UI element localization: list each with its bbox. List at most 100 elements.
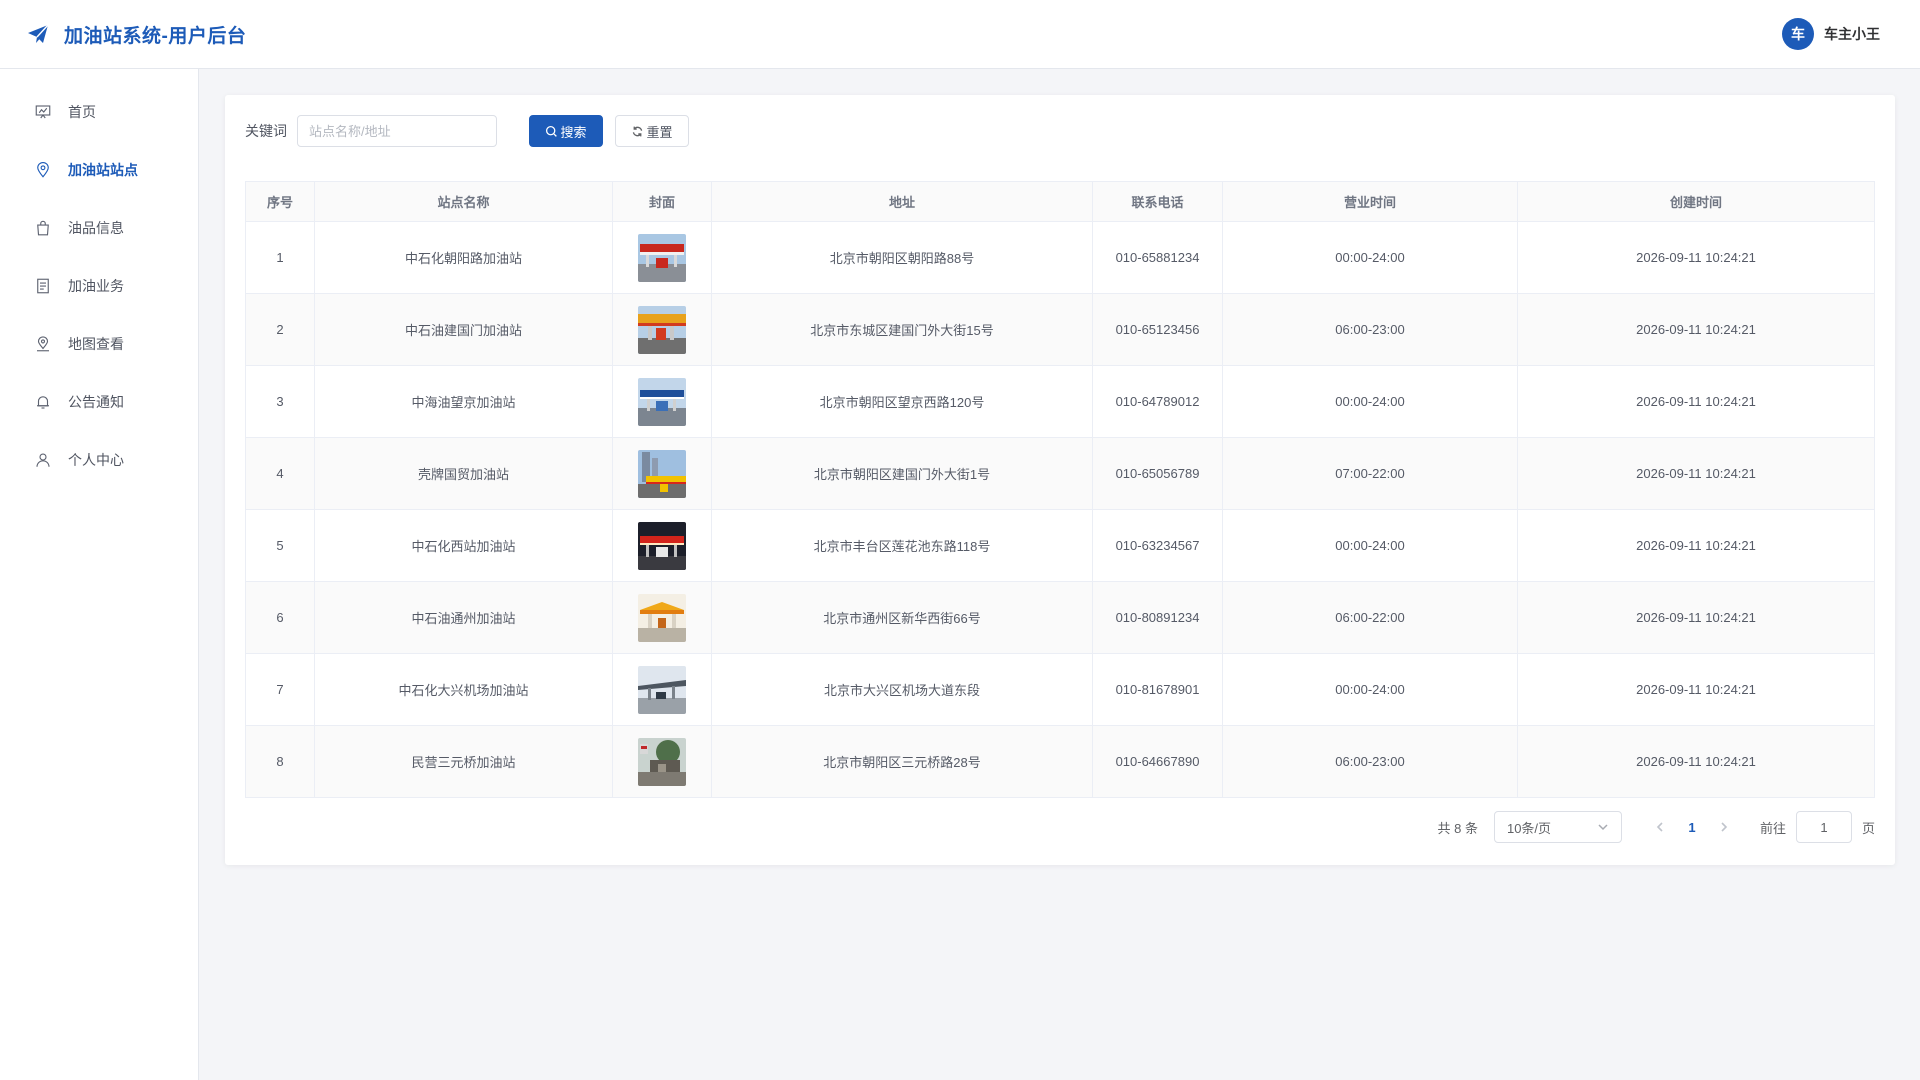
keyword-input[interactable] — [297, 115, 497, 147]
cell-created: 2026-09-11 10:24:21 — [1517, 365, 1875, 438]
reset-button[interactable]: 重置 — [615, 115, 689, 147]
table-row[interactable]: 1 中石化朝阳路加油站 北京市朝阳区朝阳路88号 010-65881234 00… — [245, 221, 1875, 294]
cell-address: 北京市丰台区莲花池东路118号 — [711, 509, 1093, 582]
cell-phone: 010-64789012 — [1092, 365, 1223, 438]
cell-address: 北京市大兴区机场大道东段 — [711, 653, 1093, 726]
cell-name: 壳牌国贸加油站 — [314, 437, 613, 510]
goto-page-input[interactable] — [1795, 811, 1852, 843]
station-list-card: 关键词 搜索 重置 序号 站点名称 封面 地址 联系电话 营业时间 创建时间 — [225, 95, 1895, 865]
user-name[interactable]: 车主小王 — [1824, 24, 1880, 44]
search-button[interactable]: 搜索 — [529, 115, 603, 147]
cell-hours: 06:00-23:00 — [1222, 293, 1518, 366]
station-cover-image[interactable] — [638, 377, 686, 426]
station-cover-image[interactable] — [638, 233, 686, 282]
sidebar-item-home[interactable]: 首页 — [0, 83, 198, 141]
cell-created: 2026-09-11 10:24:21 — [1517, 509, 1875, 582]
user-menu[interactable]: 车 车主小王 — [1782, 18, 1880, 50]
sidebar-item-label: 个人中心 — [68, 452, 124, 468]
user-icon — [36, 453, 50, 467]
sidebar-item-map[interactable]: 地图查看 — [0, 315, 198, 373]
cell-index: 7 — [245, 653, 315, 726]
cell-created: 2026-09-11 10:24:21 — [1517, 293, 1875, 366]
chevron-right-icon — [1721, 822, 1728, 832]
keyword-label: 关键词 — [245, 123, 287, 139]
pagination: 共 8 条 10条/页 1 前往 页 — [1438, 811, 1875, 843]
sidebar: 首页 加油站站点 油品信息 加油业务 地图查看 公告通知 个人中心 — [0, 69, 199, 1080]
page-number-current[interactable]: 1 — [1674, 820, 1710, 835]
cell-phone: 010-63234567 — [1092, 509, 1223, 582]
station-cover-image[interactable] — [638, 593, 686, 642]
station-cover-image[interactable] — [638, 521, 686, 570]
page-suffix: 页 — [1861, 820, 1875, 836]
cell-index: 4 — [245, 437, 315, 510]
cell-phone: 010-65881234 — [1092, 221, 1223, 294]
dashboard-icon — [35, 105, 51, 119]
cell-phone: 010-81678901 — [1092, 653, 1223, 726]
cell-hours: 00:00-24:00 — [1222, 509, 1518, 582]
app-title: 加油站系统-用户后台 — [64, 25, 247, 47]
table-header-row: 序号 站点名称 封面 地址 联系电话 营业时间 创建时间 — [245, 181, 1875, 222]
table-row[interactable]: 4 壳牌国贸加油站 北京市朝阳区建国门外大街1号 010-65056789 07… — [245, 437, 1875, 510]
cell-address: 北京市通州区新华西街66号 — [711, 581, 1093, 654]
sidebar-item-stations[interactable]: 加油站站点 — [0, 141, 198, 199]
prev-page-button[interactable] — [1646, 813, 1674, 841]
sidebar-item-notices[interactable]: 公告通知 — [0, 373, 198, 431]
column-header-created: 创建时间 — [1517, 181, 1875, 222]
table-row[interactable]: 6 中石油通州加油站 北京市通州区新华西街66号 010-80891234 06… — [245, 581, 1875, 654]
table-row[interactable]: 3 中海油望京加油站 北京市朝阳区望京西路120号 010-64789012 0… — [245, 365, 1875, 438]
table-row[interactable]: 2 中石油建国门加油站 北京市东城区建国门外大街15号 010-65123456… — [245, 293, 1875, 366]
station-cover-image[interactable] — [638, 737, 686, 786]
station-cover-image[interactable] — [638, 449, 686, 498]
sidebar-item-profile[interactable]: 个人中心 — [0, 431, 198, 489]
column-header-hours: 营业时间 — [1222, 181, 1518, 222]
cell-phone: 010-65123456 — [1092, 293, 1223, 366]
map-pin-icon — [37, 336, 49, 352]
cell-phone: 010-65056789 — [1092, 437, 1223, 510]
cell-index: 3 — [245, 365, 315, 438]
search-button-label: 搜索 — [560, 124, 587, 140]
column-header-index: 序号 — [245, 181, 315, 222]
cell-created: 2026-09-11 10:24:21 — [1517, 437, 1875, 510]
cell-hours: 07:00-22:00 — [1222, 437, 1518, 510]
station-cover-image[interactable] — [638, 305, 686, 354]
cell-created: 2026-09-11 10:24:21 — [1517, 725, 1875, 798]
cell-name: 中石油建国门加油站 — [314, 293, 613, 366]
brand[interactable]: 加油站系统-用户后台 — [26, 21, 246, 48]
cell-index: 5 — [245, 509, 315, 582]
table-row[interactable]: 5 中石化西站加油站 北京市丰台区莲花池东路118号 010-63234567 … — [245, 509, 1875, 582]
cell-index: 1 — [245, 221, 315, 294]
cell-name: 民营三元桥加油站 — [314, 725, 613, 798]
cell-cover — [612, 581, 712, 654]
cell-name: 中石化朝阳路加油站 — [314, 221, 613, 294]
table-row[interactable]: 8 民营三元桥加油站 北京市朝阳区三元桥路28号 010-64667890 06… — [245, 725, 1875, 798]
cell-hours: 06:00-23:00 — [1222, 725, 1518, 798]
cell-name: 中石化西站加油站 — [314, 509, 613, 582]
cell-phone: 010-64667890 — [1092, 725, 1223, 798]
cell-address: 北京市朝阳区朝阳路88号 — [711, 221, 1093, 294]
station-cover-image[interactable] — [638, 665, 686, 714]
sidebar-item-fuel-info[interactable]: 油品信息 — [0, 199, 198, 257]
top-header: 加油站系统-用户后台 车 车主小王 — [0, 0, 1920, 69]
cell-cover — [612, 365, 712, 438]
paper-plane-icon — [28, 24, 49, 43]
search-bar: 关键词 搜索 重置 — [245, 115, 689, 147]
next-page-button[interactable] — [1710, 813, 1738, 841]
cell-hours: 00:00-24:00 — [1222, 653, 1518, 726]
goto-label: 前往 — [1759, 820, 1786, 836]
cell-address: 北京市朝阳区三元桥路28号 — [711, 725, 1093, 798]
reset-button-label: 重置 — [646, 124, 673, 140]
avatar[interactable]: 车 — [1782, 18, 1814, 50]
cell-address: 北京市朝阳区建国门外大街1号 — [711, 437, 1093, 510]
cell-address: 北京市东城区建国门外大街15号 — [711, 293, 1093, 366]
sidebar-item-refuel-business[interactable]: 加油业务 — [0, 257, 198, 315]
page-size-select[interactable]: 10条/页 — [1493, 811, 1622, 843]
cell-hours: 00:00-24:00 — [1222, 221, 1518, 294]
cell-index: 8 — [245, 725, 315, 798]
page-size-value: 10条/页 — [1506, 820, 1552, 836]
cell-name: 中海油望京加油站 — [314, 365, 613, 438]
cell-created: 2026-09-11 10:24:21 — [1517, 581, 1875, 654]
cell-address: 北京市朝阳区望京西路120号 — [711, 365, 1093, 438]
table-row[interactable]: 7 中石化大兴机场加油站 北京市大兴区机场大道东段 010-81678901 0… — [245, 653, 1875, 726]
cell-hours: 00:00-24:00 — [1222, 365, 1518, 438]
cell-name: 中石油通州加油站 — [314, 581, 613, 654]
